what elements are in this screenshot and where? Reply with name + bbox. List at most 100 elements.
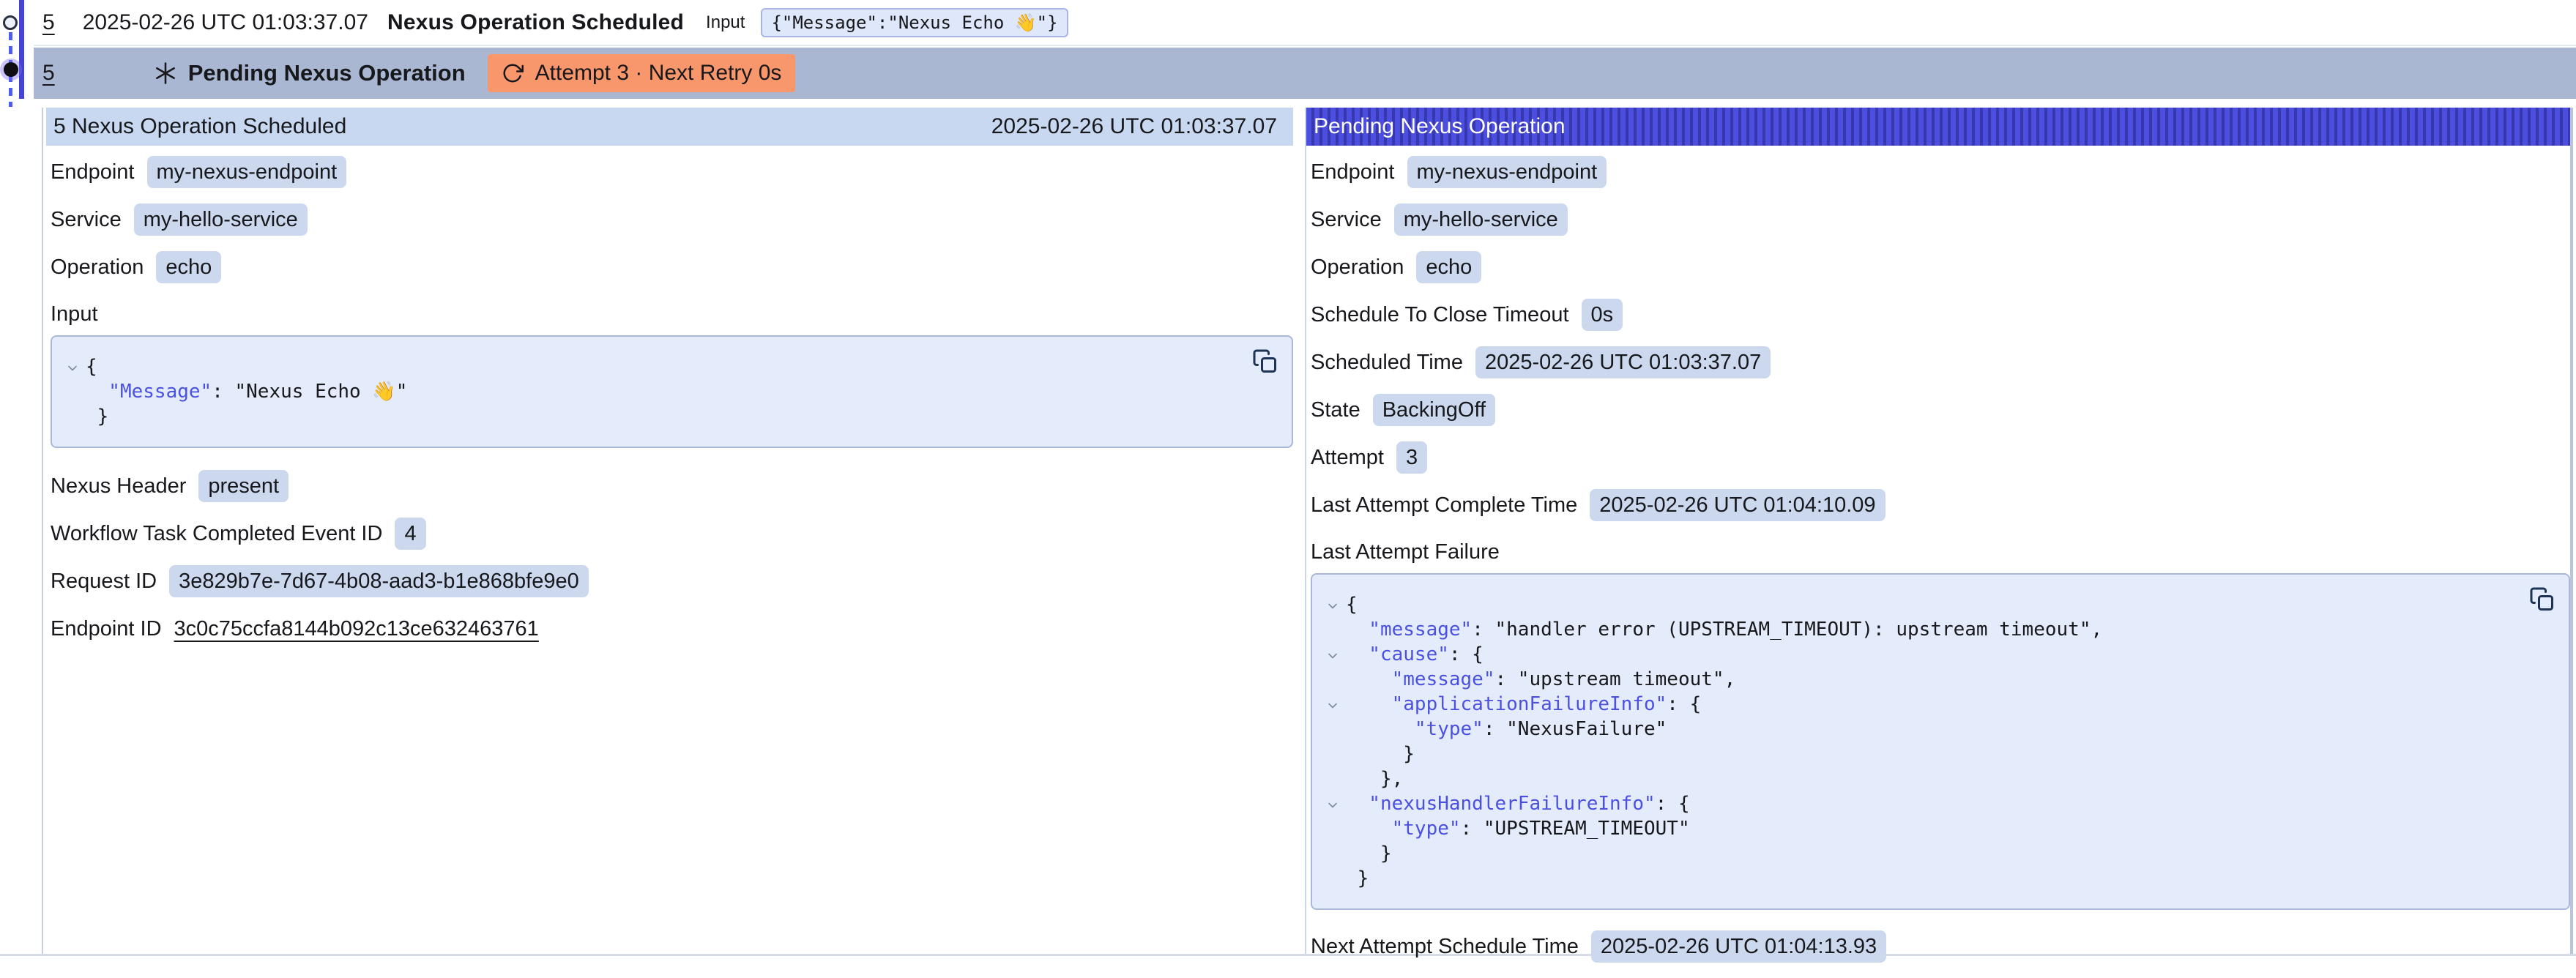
field-value-badge: my-nexus-endpoint (1407, 156, 1607, 188)
field-value-badge: 3e829b7e-7d67-4b08-aad3-b1e868bfe9e0 (169, 565, 589, 597)
retry-badge-label: Attempt 3 · Next Retry 0s (535, 61, 782, 86)
json-line-text: "type": "NexusFailure" (1346, 717, 1667, 742)
json-line-text: }, (1346, 766, 1403, 791)
json-line: "message": "upstream timeout", (1319, 667, 2517, 692)
event-detail-header-time: 2025-02-26 UTC 01:03:37.07 (991, 114, 1277, 139)
field-label: Endpoint ID (51, 617, 162, 641)
field-row-endpoint-id: Endpoint ID 3c0c75ccfa8144b092c13ce632463… (51, 613, 1293, 645)
field-label: Nexus Header (51, 474, 186, 499)
copy-icon[interactable] (1251, 347, 1280, 376)
field-label: Workflow Task Completed Event ID (51, 522, 382, 546)
field-label: State (1311, 398, 1360, 422)
json-line: } (1319, 742, 2517, 766)
field-value-badge: BackingOff (1373, 394, 1495, 426)
field-value-badge: my-nexus-endpoint (147, 156, 347, 188)
pending-operation-panel: Pending Nexus Operation Endpoint my-nexus… (1306, 108, 2570, 978)
chevron-down-icon[interactable] (1319, 695, 1346, 720)
field-row-workflow-task-completed-event-id: Workflow Task Completed Event ID4 (51, 518, 1293, 550)
json-line-text: } (86, 404, 108, 429)
json-line-text: "applicationFailureInfo": { (1346, 692, 1701, 717)
event-row-pending-nexus-operation[interactable]: 5 Pending Nexus Operation Attempt 3 · Ne… (34, 48, 2576, 99)
field-value-badge: 0s (1582, 299, 1623, 331)
pending-operation-header: Pending Nexus Operation (1306, 108, 2570, 146)
field-value-badge: 3 (1396, 441, 1427, 474)
field-label: Operation (51, 255, 144, 280)
json-line: "applicationFailureInfo": { (1319, 692, 2517, 717)
field-label: Last Attempt Complete Time (1311, 493, 1577, 518)
retry-icon (502, 62, 524, 84)
json-line: "nexusHandlerFailureInfo": { (1319, 791, 2517, 816)
json-key: "type" (1392, 818, 1461, 840)
field-label: Service (1311, 208, 1382, 232)
json-line-text: "type": "UPSTREAM_TIMEOUT" (1346, 816, 1690, 841)
field-row-operation: Operation echo (51, 251, 1293, 283)
json-line-text: "message": "upstream timeout", (1346, 667, 1735, 692)
chevron-down-icon[interactable] (59, 357, 86, 382)
pending-event-title: Pending Nexus Operation (188, 60, 466, 86)
field-label: Attempt (1311, 446, 1384, 470)
field-row-schedule-to-close-timeout: Schedule To Close Timeout 0s (1311, 299, 2570, 331)
json-key: "message" (1392, 668, 1495, 690)
json-line: } (1319, 866, 2517, 891)
chevron-down-icon[interactable] (1319, 645, 1346, 670)
field-label: Service (51, 208, 122, 232)
retry-status-badge: Attempt 3 · Next Retry 0s (488, 54, 796, 92)
field-label: Request ID (51, 570, 157, 594)
field-value-badge: 2025-02-26 UTC 01:04:10.09 (1590, 489, 1885, 521)
chevron-down-icon[interactable] (1319, 794, 1346, 819)
field-row-next-attempt-schedule-time: Next Attempt Schedule Time 2025-02-26 UTC… (1311, 930, 2570, 963)
json-line: }, (1319, 766, 2517, 791)
timeline-accent-bar (19, 0, 24, 99)
json-key: "message" (1369, 619, 1472, 641)
json-line-text: } (1346, 866, 1369, 891)
field-row-endpoint: Endpoint my-nexus-endpoint (1311, 156, 2570, 188)
event-timestamp: 2025-02-26 UTC 01:03:37.07 (83, 10, 368, 35)
event-title: Nexus Operation Scheduled (387, 10, 684, 35)
event-detail-header-title: 5 Nexus Operation Scheduled (53, 114, 346, 139)
json-line-text: } (1346, 742, 1415, 766)
field-label: Schedule To Close Timeout (1311, 303, 1569, 327)
event-detail-header: 5 Nexus Operation Scheduled 2025-02-26 U… (46, 108, 1293, 146)
field-row-scheduled-time: Scheduled Time2025-02-26 UTC 01:03:37.07 (1311, 346, 2570, 378)
json-line: { (1319, 592, 2517, 617)
chevron-down-icon[interactable] (1319, 595, 1346, 620)
field-row-last-attempt-complete-time: Last Attempt Complete Time 2025-02-26 UTC… (1311, 489, 2570, 521)
field-value-badge: 2025-02-26 UTC 01:04:13.93 (1591, 930, 1886, 963)
field-value-badge: echo (1416, 251, 1481, 283)
field-value-badge: present (198, 470, 289, 502)
json-key: "nexusHandlerFailureInfo" (1369, 793, 1655, 815)
field-label: Endpoint (51, 160, 135, 184)
json-key: "applicationFailureInfo" (1392, 693, 1667, 715)
field-value-link[interactable]: 3c0c75ccfa8144b092c13ce632463761 (174, 613, 539, 645)
json-line: } (59, 404, 1240, 429)
json-line: { (59, 354, 1240, 379)
json-line: "type": "NexusFailure" (1319, 717, 2517, 742)
field-label: Next Attempt Schedule Time (1311, 935, 1579, 959)
failure-json-viewer: {"message": "handler error (UPSTREAM_TIM… (1311, 573, 2570, 910)
field-label: Operation (1311, 255, 1404, 280)
last-attempt-failure-label: Last Attempt Failure (1311, 540, 2570, 564)
field-value-badge: echo (156, 251, 221, 283)
timeline-open-circle-icon (3, 15, 18, 30)
field-value-badge: 2025-02-26 UTC 01:03:37.07 (1475, 346, 1771, 378)
scroll-track[interactable] (2570, 108, 2573, 956)
copy-icon[interactable] (2528, 585, 2557, 614)
field-label: Endpoint (1311, 160, 1395, 184)
json-line-text: { (86, 354, 97, 379)
event-id-link[interactable]: 5 (42, 10, 55, 35)
event-input-label: Input (706, 12, 745, 33)
event-row-nexus-operation-scheduled[interactable]: 5 2025-02-26 UTC 01:03:37.07 Nexus Opera… (34, 0, 2576, 46)
details-left-border (42, 108, 43, 956)
json-line: } (1319, 841, 2517, 866)
event-detail-panel: 5 Nexus Operation Scheduled 2025-02-26 U… (46, 108, 1293, 660)
json-line-text: "cause": { (1346, 642, 1484, 667)
json-line-text: "Message": "Nexus Echo 👋" (86, 379, 407, 404)
field-row-service: Servicemy-hello-service (51, 204, 1293, 236)
json-key: "Message" (108, 381, 212, 403)
field-row-attempt: Attempt 3 (1311, 441, 2570, 474)
json-line-text: } (1346, 841, 1392, 866)
event-input-preview-chip[interactable]: {"Message":"Nexus Echo 👋"} (761, 8, 1068, 37)
event-id-link[interactable]: 5 (42, 61, 55, 86)
json-line: "cause": { (1319, 642, 2517, 667)
field-row-service: Servicemy-hello-service (1311, 204, 2570, 236)
